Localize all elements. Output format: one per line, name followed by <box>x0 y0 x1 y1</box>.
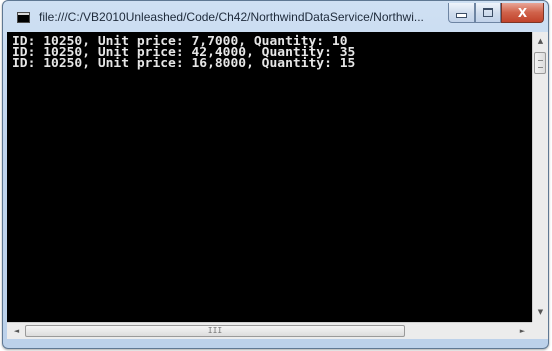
console-lines: ID: 10250, Unit price: 7,7000, Quantity:… <box>12 35 355 69</box>
horizontal-scrollbar[interactable]: ◄ III ► <box>7 322 532 339</box>
vertical-scroll-thumb[interactable] <box>534 52 546 74</box>
console-app-icon[interactable] <box>17 12 30 23</box>
scroll-right-icon[interactable]: ► <box>515 323 530 339</box>
console-line: ID: 10250, Unit price: 16,8000, Quantity… <box>12 56 356 70</box>
minimize-button[interactable] <box>448 3 475 23</box>
maximize-button[interactable] <box>475 3 501 23</box>
scrollbar-corner <box>532 322 548 339</box>
console-output[interactable]: ID: 10250, Unit price: 7,7000, Quantity:… <box>7 32 532 322</box>
scroll-left-icon[interactable]: ◄ <box>9 323 24 339</box>
window-title: file:///C:/VB2010Unleashed/Code/Ch42/Nor… <box>39 10 424 24</box>
horizontal-scroll-thumb[interactable]: III <box>25 325 405 337</box>
maximize-icon <box>483 8 493 17</box>
close-icon: X <box>517 5 528 20</box>
scroll-down-icon[interactable]: ▼ <box>533 305 548 320</box>
scroll-up-icon[interactable]: ▲ <box>533 34 548 49</box>
vertical-scrollbar[interactable]: ▲ ▼ <box>532 32 548 322</box>
minimize-icon <box>456 13 467 18</box>
close-button[interactable]: X <box>501 3 544 23</box>
